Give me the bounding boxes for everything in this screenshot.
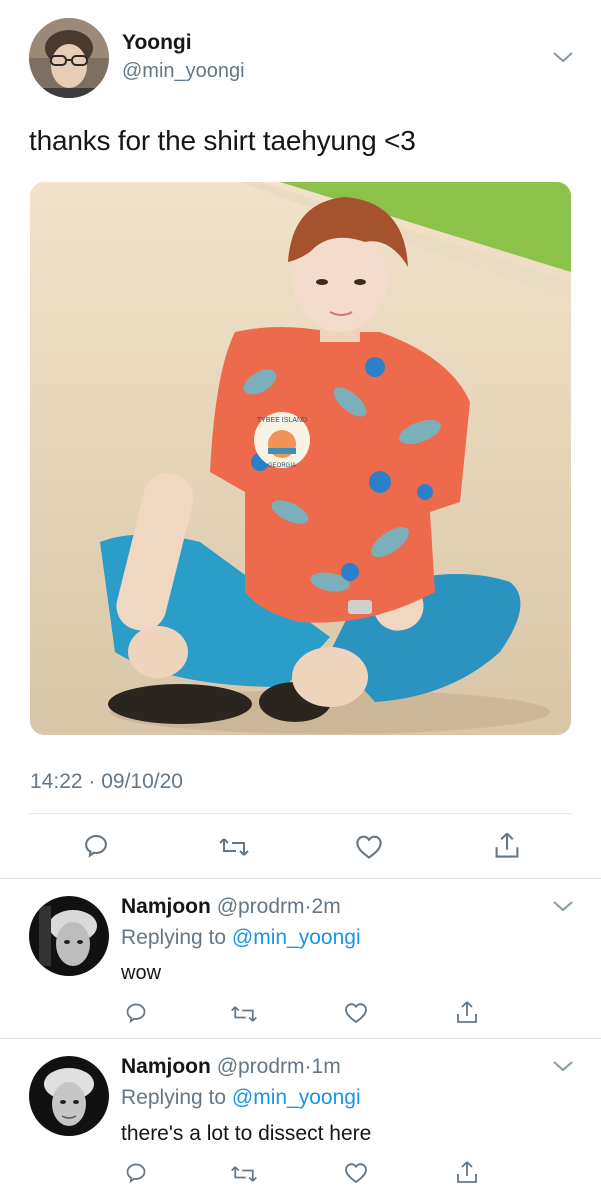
tweet-text: thanks for the shirt taehyung <3	[29, 125, 416, 156]
replying-to: Replying to @min_yoongi	[121, 1086, 361, 1110]
reply-icon[interactable]	[124, 1001, 148, 1025]
reply-author-name[interactable]: Namjoon	[121, 1055, 211, 1078]
chevron-down-icon[interactable]	[552, 50, 574, 69]
like-icon[interactable]	[355, 834, 383, 860]
reply-time[interactable]: 2m	[312, 895, 341, 918]
share-icon[interactable]	[455, 1159, 479, 1185]
reply-text: wow	[121, 962, 162, 984]
divider	[28, 813, 573, 814]
chevron-down-icon[interactable]	[552, 899, 574, 918]
author-name[interactable]: Yoongi	[122, 31, 192, 55]
reply-author-handle[interactable]: @prodrm	[217, 1055, 305, 1078]
retweet-icon[interactable]	[218, 834, 250, 860]
badge-text-bottom: GEORGIA	[268, 463, 296, 469]
tweet-timestamp[interactable]: 14:22 · 09/10/20	[30, 770, 183, 794]
share-icon[interactable]	[493, 830, 521, 860]
reply-author-handle[interactable]: @prodrm	[217, 895, 305, 918]
badge-text-top: TYBEE ISLAND	[257, 417, 307, 424]
retweet-icon[interactable]	[230, 1163, 258, 1185]
divider	[0, 878, 601, 879]
divider	[0, 1038, 601, 1039]
share-icon[interactable]	[455, 999, 479, 1025]
author-avatar[interactable]	[29, 18, 109, 98]
like-icon[interactable]	[344, 1002, 368, 1024]
reply-avatar[interactable]	[29, 896, 109, 976]
replying-to-handle[interactable]: @min_yoongi	[232, 1086, 361, 1109]
reply-header: Namjoon @prodrm·2m	[121, 895, 341, 919]
replying-to-label: Replying to	[121, 1086, 227, 1109]
like-icon[interactable]	[344, 1162, 368, 1184]
separator-dot: ·	[304, 895, 312, 918]
reply-time[interactable]: 1m	[312, 1055, 341, 1078]
replying-to: Replying to @min_yoongi	[121, 926, 361, 950]
reply-header: Namjoon @prodrm·1m	[121, 1055, 341, 1079]
retweet-icon[interactable]	[230, 1003, 258, 1025]
separator-dot: ·	[304, 1055, 312, 1078]
replying-to-handle[interactable]: @min_yoongi	[232, 926, 361, 949]
author-handle[interactable]: @min_yoongi	[122, 60, 245, 83]
chevron-down-icon[interactable]	[552, 1059, 574, 1078]
reply-icon[interactable]	[124, 1161, 148, 1185]
replying-to-label: Replying to	[121, 926, 227, 949]
reply-text: there's a lot to dissect here	[121, 1122, 372, 1145]
tweet-photo[interactable]: TYBEE ISLAND GEORGIA	[30, 182, 571, 735]
reply-avatar[interactable]	[29, 1056, 109, 1136]
reply-icon[interactable]	[82, 832, 110, 860]
reply-author-name[interactable]: Namjoon	[121, 895, 211, 918]
